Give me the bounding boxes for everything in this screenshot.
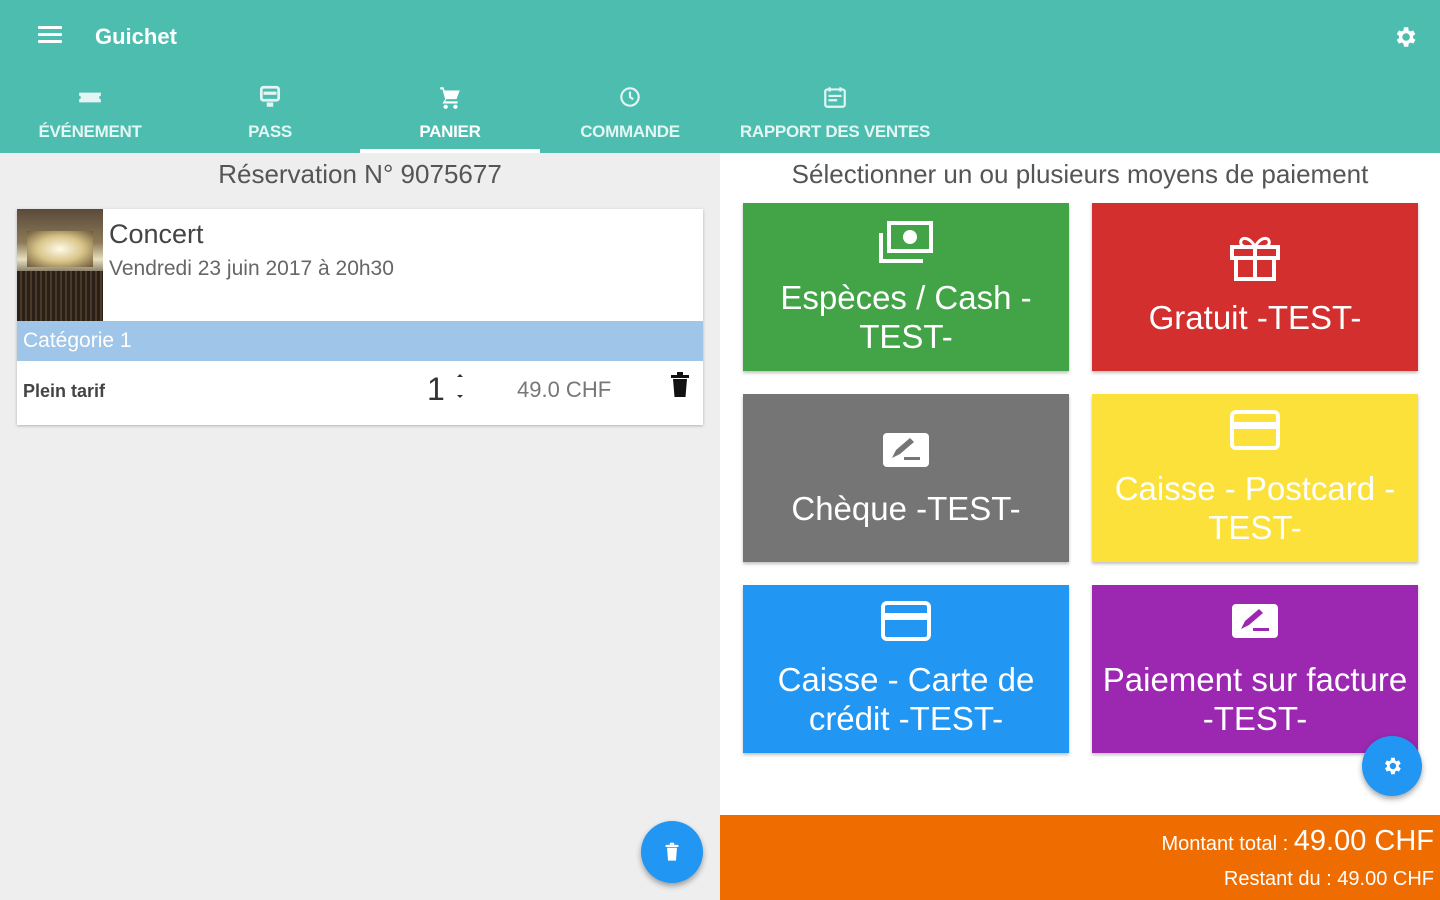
card-icon <box>1230 410 1280 450</box>
invoice-icon <box>1232 604 1278 638</box>
clock-icon <box>620 87 640 107</box>
tab-pass[interactable]: PASS <box>180 76 360 153</box>
calendar-icon <box>824 87 846 108</box>
payment-title: Sélectionner un ou plusieurs moyens de p… <box>791 159 1369 189</box>
quantity-arrows-icon <box>456 374 463 398</box>
app-bar: Guichet ÉVÉNEMENT PASS PANIER COMMANDE R… <box>0 0 1440 153</box>
payment-postcard-button[interactable]: Caisse - Postcard -TEST- <box>1092 394 1418 562</box>
tab-label: ÉVÉNEMENT <box>38 122 142 141</box>
tab-commande[interactable]: COMMANDE <box>540 76 720 153</box>
remaining-value: 49.00 CHF <box>1337 868 1434 890</box>
event-name: Concert <box>109 219 204 249</box>
tab-rapport-des-ventes[interactable]: RAPPORT DES VENTES <box>720 76 950 153</box>
payment-cash-button[interactable]: Espèces / Cash -TEST- <box>743 203 1069 371</box>
cart-icon <box>440 87 460 109</box>
reservation-title: Réservation N° 9075677 <box>218 159 502 189</box>
ticket-type: Plein tarif <box>23 381 106 401</box>
payment-label: Paiement sur facture -TEST- <box>1102 661 1408 737</box>
cash-icon <box>879 221 933 263</box>
tab-label: PANIER <box>419 122 481 141</box>
payment-label: Caisse - Carte de crédit -TEST- <box>777 661 1035 737</box>
trash-icon[interactable] <box>669 371 691 399</box>
reservation-card: Concert Vendredi 23 juin 2017 à 20h30 Ca… <box>17 209 703 425</box>
payment-invoice-button[interactable]: Paiement sur facture -TEST- <box>1092 585 1418 753</box>
quantity-selector[interactable]: 1 <box>427 371 466 408</box>
event-thumbnail <box>17 209 103 321</box>
settings-gear-icon[interactable] <box>1392 24 1418 50</box>
remaining-label: Restant du : <box>1223 868 1338 890</box>
tab-label: COMMANDE <box>580 122 680 141</box>
payment-label: Chèque -TEST- <box>791 490 1021 527</box>
payment-credit-card-button[interactable]: Caisse - Carte de crédit -TEST- <box>743 585 1069 753</box>
clear-cart-button[interactable] <box>641 821 703 883</box>
tab-panier[interactable]: PANIER <box>360 76 540 153</box>
total-label: Montant total : <box>1161 833 1294 855</box>
quantity-value: 1 <box>427 371 445 407</box>
payment-pane: Sélectionner un ou plusieurs moyens de p… <box>720 153 1440 900</box>
payment-gratuit-button[interactable]: Gratuit -TEST- <box>1092 203 1418 371</box>
payment-label: Gratuit -TEST- <box>1148 299 1362 336</box>
tab-bar: ÉVÉNEMENT PASS PANIER COMMANDE RAPPORT D… <box>0 76 950 153</box>
cheque-icon <box>883 433 929 467</box>
ticket-row: Plein tarif 1 49.0 CHF <box>17 361 703 425</box>
tab-label: RAPPORT DES VENTES <box>739 122 931 141</box>
remaining-amount: Restant du : 49.00 CHF <box>1224 868 1434 891</box>
gift-icon <box>1230 236 1280 281</box>
trash-icon <box>665 842 679 861</box>
menu-icon[interactable] <box>38 26 62 46</box>
total-amount: Montant total : 49.00 CHF <box>1161 825 1434 858</box>
event-date: Vendredi 23 juin 2017 à 20h30 <box>109 257 394 280</box>
gear-icon <box>1385 757 1401 775</box>
ticket-price: 49.0 CHF <box>517 377 612 402</box>
tab-label: PASS <box>248 122 292 141</box>
totals-bar: Montant total : 49.00 CHF Restant du : 4… <box>720 815 1440 900</box>
payment-label: Espèces / Cash -TEST- <box>780 279 1032 355</box>
pass-icon <box>259 85 281 107</box>
settings-fab-button[interactable] <box>1362 736 1422 796</box>
reservation-pane: Réservation N° 9075677 Concert Vendredi … <box>0 153 720 900</box>
tab-evenement[interactable]: ÉVÉNEMENT <box>0 76 180 153</box>
payment-cheque-button[interactable]: Chèque -TEST- <box>743 394 1069 562</box>
credit-card-icon <box>881 601 931 641</box>
total-value: 49.00 CHF <box>1293 825 1434 857</box>
ticket-icon <box>79 92 101 103</box>
payment-label: Caisse - Postcard -TEST- <box>1114 470 1396 546</box>
app-title: Guichet <box>95 24 177 49</box>
category-header: Catégorie 1 <box>17 321 703 361</box>
